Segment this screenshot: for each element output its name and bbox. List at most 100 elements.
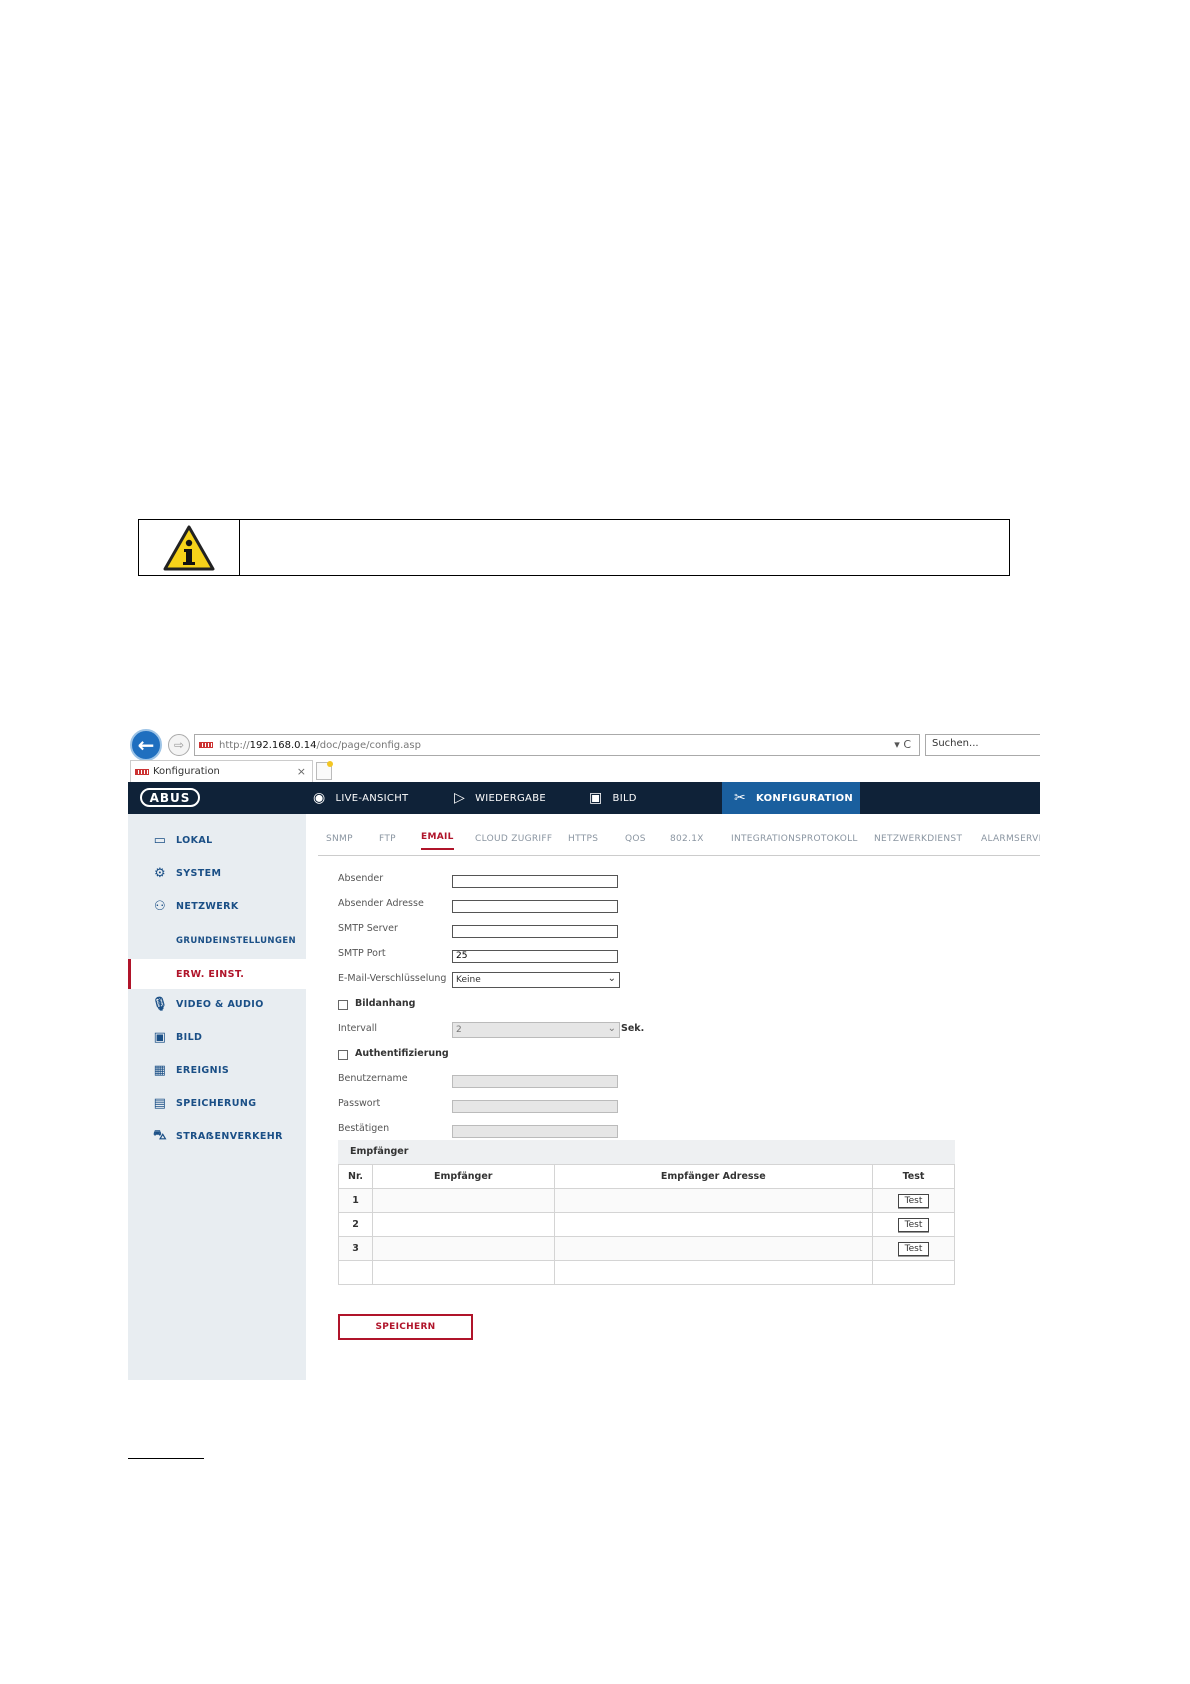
tab-cloud-zugriff[interactable]: CLOUD ZUGRIFF <box>475 834 552 844</box>
tab-favicon-icon <box>135 768 149 775</box>
recipient-name-cell[interactable] <box>372 1212 555 1237</box>
warning-info-icon <box>163 525 215 570</box>
gear-icon: ⚙ <box>153 865 167 881</box>
nav-live-ansicht[interactable]: ◉ LIVE-ANSICHT <box>313 782 408 814</box>
tab-https[interactable]: HTTPS <box>568 834 598 844</box>
divider <box>128 1458 204 1459</box>
browser-tab[interactable]: Konfiguration × <box>130 760 313 782</box>
bildanhang-checkbox[interactable] <box>338 1000 348 1010</box>
refresh-icon[interactable]: ▾ C <box>894 738 911 751</box>
table-row: 3 Test <box>338 1236 955 1261</box>
test-cell: Test <box>872 1212 955 1237</box>
chevron-down-icon: ⌄ <box>607 1023 616 1034</box>
back-button[interactable]: ← <box>130 729 162 761</box>
sidebar-item-erw-einst[interactable]: ERW. EINST. <box>128 959 306 989</box>
info-text-cell <box>240 520 1009 575</box>
recipients-table: Empfänger Nr. Empfänger Empfänger Adress… <box>338 1140 955 1285</box>
sidebar-item-system[interactable]: ⚙ SYSTEM <box>128 859 306 887</box>
tab-8021x[interactable]: 802.1X <box>670 834 704 844</box>
nav-konfiguration[interactable]: ✂ KONFIGURATION <box>722 782 860 814</box>
smtp-port-input[interactable]: 25 <box>452 950 618 963</box>
table-row: 1 Test <box>338 1188 955 1213</box>
search-input[interactable]: Suchen... <box>925 734 1040 756</box>
benutzername-input[interactable] <box>452 1075 618 1088</box>
empty-cell <box>553 1260 874 1285</box>
tab-qos[interactable]: QOS <box>625 834 646 844</box>
nav-label: LIVE-ANSICHT <box>335 792 409 804</box>
sidebar-item-lokal[interactable]: ▭ LOKAL <box>128 826 306 854</box>
intervall-label: Intervall <box>338 1023 378 1034</box>
abus-logo: ABUS <box>140 788 200 807</box>
tab-snmp[interactable]: SNMP <box>326 834 353 844</box>
column-header: Test <box>872 1164 955 1189</box>
test-cell: Test <box>872 1188 955 1213</box>
address-row: ← ⇨ http://192.168.0.14/doc/page/config.… <box>128 728 1040 761</box>
column-header: Nr. <box>338 1164 373 1189</box>
arrow-left-icon: ← <box>137 733 155 757</box>
row-number: 1 <box>338 1188 373 1213</box>
arrow-right-icon: ⇨ <box>173 738 185 752</box>
sidebar-item-video-audio[interactable]: 🎙 VIDEO & AUDIO <box>128 990 306 1018</box>
bildanhang-label: Bildanhang <box>355 998 416 1009</box>
test-button[interactable]: Test <box>897 1217 930 1232</box>
sidebar-item-label: ERW. EINST. <box>176 968 245 980</box>
empty-cell <box>372 1260 555 1285</box>
absender-adresse-input[interactable] <box>452 900 618 913</box>
smtp-server-input[interactable] <box>452 925 618 938</box>
sidebar-item-label: STRAẞENVERKEHR <box>176 1130 283 1142</box>
image-icon: ▣ <box>589 790 603 806</box>
smtp-server-label: SMTP Server <box>338 923 398 934</box>
empty-cell <box>872 1260 955 1285</box>
sidebar-item-ereignis[interactable]: ▦ EREIGNIS <box>128 1056 306 1084</box>
sidebar-item-label: LOKAL <box>176 834 213 846</box>
tab-netzwerkdienst[interactable]: NETZWERKDIENST <box>874 834 962 844</box>
test-button[interactable]: Test <box>897 1241 930 1256</box>
recipient-address-cell[interactable] <box>553 1212 874 1237</box>
sidebar-item-grundeinstellungen[interactable]: GRUNDEINSTELLUNGEN <box>128 927 306 955</box>
verschluesselung-select[interactable]: Keine ⌄ <box>452 972 620 988</box>
sidebar-item-label: EREIGNIS <box>176 1064 230 1076</box>
tab-email[interactable]: EMAIL <box>421 832 454 850</box>
new-tab-button[interactable] <box>316 761 333 780</box>
info-icon-cell <box>139 520 240 575</box>
recipient-address-cell[interactable] <box>553 1236 874 1261</box>
tab-integrationsprotokoll[interactable]: INTEGRATIONSPROTOKOLL <box>731 834 858 844</box>
nav-wiedergabe[interactable]: ▷ WIEDERGABE <box>454 782 546 814</box>
nav-label: WIEDERGABE <box>475 792 546 804</box>
sidebar-item-netzwerk[interactable]: ⚇ NETZWERK <box>128 892 306 920</box>
recipients-title: Empfänger <box>338 1140 955 1164</box>
save-button[interactable]: SPEICHERN <box>338 1314 473 1340</box>
test-button[interactable]: Test <box>897 1193 930 1208</box>
sidebar-item-label: VIDEO & AUDIO <box>176 998 264 1010</box>
passwort-input[interactable] <box>452 1100 618 1113</box>
table-header-row: Nr. Empfänger Empfänger Adresse Test <box>338 1164 955 1189</box>
browser-window: ← ⇨ http://192.168.0.14/doc/page/config.… <box>128 728 1040 1380</box>
car-search-icon: ⛍ <box>153 1127 167 1143</box>
sidebar-item-speicherung[interactable]: ▤ SPEICHERUNG <box>128 1089 306 1117</box>
smtp-port-label: SMTP Port <box>338 948 386 959</box>
bestaetigen-input[interactable] <box>452 1125 618 1138</box>
tab-title: Konfiguration <box>153 766 220 777</box>
table-row-empty <box>338 1260 955 1285</box>
address-bar[interactable]: http://192.168.0.14/doc/page/config.asp … <box>194 734 920 756</box>
sidebar-item-strassenverkehr[interactable]: ⛍ STRAẞENVERKEHR <box>128 1122 306 1150</box>
info-box <box>138 519 1010 576</box>
site-icon <box>199 742 213 748</box>
tab-ftp[interactable]: FTP <box>379 834 396 844</box>
chevron-down-icon: ⌄ <box>607 973 616 984</box>
authentifizierung-label: Authentifizierung <box>355 1048 449 1059</box>
absender-input[interactable] <box>452 875 618 888</box>
absender-label: Absender <box>338 873 384 884</box>
sidebar-item-bild[interactable]: ▣ BILD <box>128 1023 306 1051</box>
authentifizierung-checkbox[interactable] <box>338 1050 348 1060</box>
verschluesselung-value: Keine <box>456 975 481 985</box>
intervall-select[interactable]: 2 ⌄ <box>452 1022 620 1038</box>
nav-bild[interactable]: ▣ BILD <box>589 782 637 814</box>
forward-button[interactable]: ⇨ <box>168 734 190 756</box>
close-icon[interactable]: × <box>297 765 306 778</box>
sidebar: ▭ LOKAL ⚙ SYSTEM ⚇ NETZWERK GRUNDEINSTELLUN… <box>128 814 306 1380</box>
recipient-name-cell[interactable] <box>372 1236 555 1261</box>
tab-alarmserver[interactable]: ALARMSERVER <box>981 834 1040 844</box>
recipient-name-cell[interactable] <box>372 1188 555 1213</box>
recipient-address-cell[interactable] <box>553 1188 874 1213</box>
